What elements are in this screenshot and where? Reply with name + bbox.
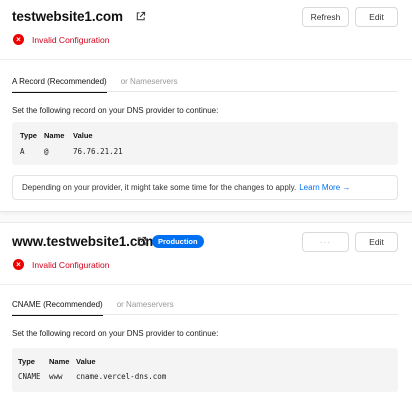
status-row: × Invalid Configuration bbox=[13, 34, 110, 45]
status-text: Invalid Configuration bbox=[32, 259, 110, 270]
col-header-name: Name bbox=[49, 357, 70, 366]
domain-name[interactable]: testwebsite1.com bbox=[12, 9, 123, 24]
record-name[interactable]: @ bbox=[44, 147, 49, 156]
external-link-icon[interactable] bbox=[135, 11, 146, 22]
refresh-button[interactable]: Refresh bbox=[302, 7, 349, 27]
record-type: CNAME bbox=[18, 372, 41, 381]
dns-record-box: Type Name Value CNAME www cname.vercel-d… bbox=[12, 348, 398, 392]
edit-button[interactable]: Edit bbox=[355, 7, 398, 27]
error-x-icon: × bbox=[13, 259, 24, 270]
col-header-name: Name bbox=[44, 131, 65, 140]
tab-a-record[interactable]: A Record (Recommended) bbox=[12, 77, 107, 93]
domain-card-www: www.testwebsite1.com Production ··· Edit… bbox=[0, 222, 412, 400]
record-value[interactable]: 76.76.21.21 bbox=[73, 147, 123, 156]
tab-cname-record[interactable]: CNAME (Recommended) bbox=[12, 300, 103, 316]
status-row: × Invalid Configuration bbox=[13, 259, 110, 270]
col-header-value: Value bbox=[73, 131, 93, 140]
learn-more-link[interactable]: Learn More → bbox=[299, 183, 350, 192]
dns-record-box: Type Name Value A @ 76.76.21.21 bbox=[12, 122, 398, 165]
note-text: Depending on your provider, it might tak… bbox=[22, 183, 297, 192]
external-link-icon[interactable] bbox=[136, 236, 147, 247]
status-text: Invalid Configuration bbox=[32, 34, 110, 45]
divider bbox=[0, 59, 412, 60]
dns-instruction: Set the following record on your DNS pro… bbox=[12, 106, 219, 115]
propagation-note: Depending on your provider, it might tak… bbox=[12, 175, 398, 200]
record-value[interactable]: cname.vercel-dns.com bbox=[76, 372, 166, 381]
edit-button[interactable]: Edit bbox=[355, 232, 398, 252]
record-tabs: CNAME (Recommended) or Nameservers bbox=[12, 300, 174, 316]
domain-card-primary: testwebsite1.com Refresh Edit × Invalid … bbox=[0, 0, 412, 212]
divider bbox=[0, 284, 412, 285]
record-tabs: A Record (Recommended) or Nameservers bbox=[12, 77, 178, 93]
refresh-button-loading[interactable]: ··· bbox=[302, 232, 349, 252]
record-name[interactable]: www bbox=[49, 372, 63, 381]
col-header-value: Value bbox=[76, 357, 96, 366]
production-badge: Production bbox=[152, 235, 204, 248]
tab-nameservers[interactable]: or Nameservers bbox=[121, 77, 178, 93]
col-header-type: Type bbox=[18, 357, 35, 366]
error-x-icon: × bbox=[13, 34, 24, 45]
col-header-type: Type bbox=[20, 131, 37, 140]
record-type: A bbox=[20, 147, 25, 156]
dns-instruction: Set the following record on your DNS pro… bbox=[12, 329, 219, 338]
tab-nameservers[interactable]: or Nameservers bbox=[117, 300, 174, 316]
